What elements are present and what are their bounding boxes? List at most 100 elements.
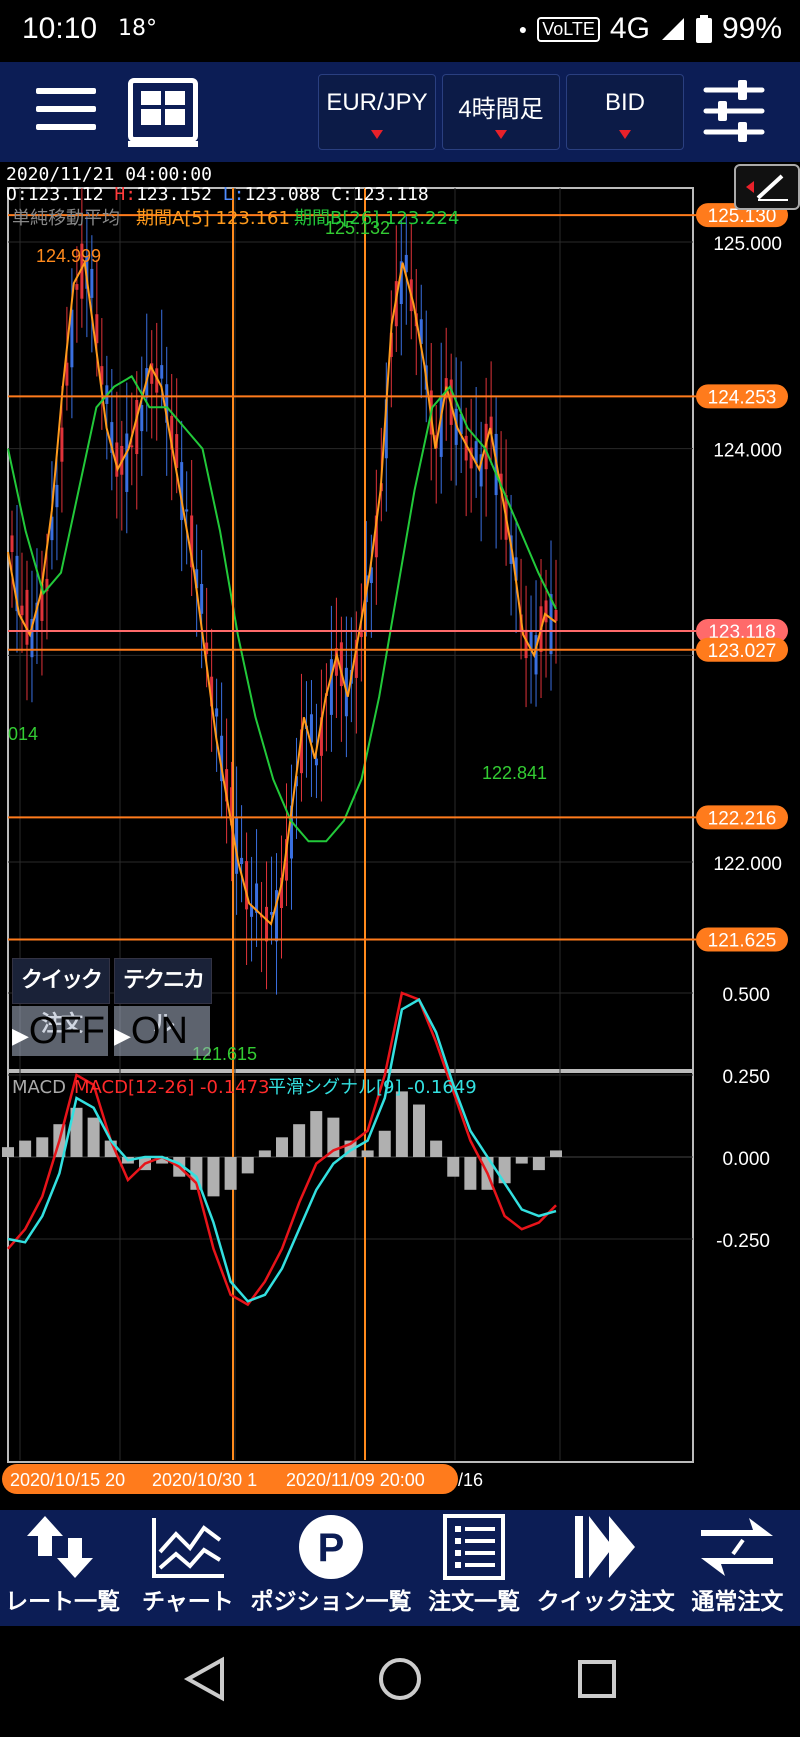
arrows-updown-icon bbox=[26, 1516, 93, 1578]
x-axis-label: 2020/11/09 20:00 bbox=[286, 1470, 425, 1490]
volte-badge: VoLTE bbox=[537, 16, 600, 42]
open-value: 123.112 bbox=[27, 184, 104, 205]
timeframe-selector[interactable]: 4時間足 bbox=[442, 74, 560, 150]
candle-body bbox=[135, 399, 139, 455]
technical-toggle[interactable]: ▶ON bbox=[114, 1006, 210, 1056]
macd-histogram-bar bbox=[36, 1137, 49, 1157]
sma-a-line bbox=[7, 259, 557, 926]
candle-body bbox=[25, 589, 29, 645]
macd-tick-label: -0.250 bbox=[716, 1231, 770, 1252]
nav-chart-label: チャート bbox=[141, 1589, 234, 1615]
bottom-navigation: レート一覧 チャート P ポジション一覧 注文一覧 クイック注文 通常注文 bbox=[0, 1510, 800, 1626]
macd-histogram-bar bbox=[550, 1150, 562, 1157]
sma-b-line bbox=[7, 374, 557, 843]
candle-body bbox=[314, 758, 318, 766]
candle-body bbox=[554, 609, 558, 621]
candle-body bbox=[215, 708, 219, 717]
system-navigation bbox=[0, 1626, 800, 1733]
nav-positions[interactable]: P ポジション一覧 bbox=[251, 1510, 412, 1626]
macd-legend-signal: 平滑シグナル[9] -0.1649 bbox=[268, 1077, 477, 1098]
price-annotation: 014 bbox=[8, 724, 38, 744]
hamburger-menu-icon[interactable] bbox=[36, 88, 96, 134]
macd-histogram-bar bbox=[19, 1140, 32, 1157]
status-icons: ● VoLTE 4G 99% bbox=[519, 12, 782, 46]
macd-histogram-bar bbox=[293, 1124, 306, 1157]
candle-body bbox=[60, 427, 64, 462]
x-axis-label: 2020/10/15 20 bbox=[10, 1470, 125, 1490]
macd-histogram-bar bbox=[2, 1147, 14, 1157]
technical-toggle-label: テクニカル bbox=[114, 958, 212, 1037]
candle-body bbox=[359, 632, 363, 638]
nav-rates[interactable]: レート一覧 bbox=[0, 1510, 125, 1626]
chart-layout-icon[interactable] bbox=[128, 78, 198, 147]
macd-tick-label: 0.250 bbox=[722, 1067, 770, 1088]
currency-pair-selector[interactable]: EUR/JPY bbox=[318, 74, 436, 150]
dropdown-arrow-icon bbox=[371, 130, 383, 139]
macd-tick-label: 0.000 bbox=[722, 1149, 770, 1170]
play-arrow-icon: ▶ bbox=[12, 1023, 29, 1048]
x-axis-label: 2020/10/30 1 bbox=[152, 1470, 257, 1490]
dot-icon: ● bbox=[518, 21, 528, 37]
macd-tick-label: 0.500 bbox=[722, 985, 770, 1006]
candle-body bbox=[140, 405, 144, 432]
candle-body bbox=[329, 659, 333, 715]
macd-histogram-bar bbox=[515, 1157, 528, 1164]
macd-histogram-bar bbox=[498, 1157, 511, 1184]
price-tick-label: 125.000 bbox=[713, 234, 782, 255]
macd-histogram-bar bbox=[224, 1157, 237, 1190]
macd-histogram-bar bbox=[395, 1091, 408, 1157]
quick-order-toggle[interactable]: ▶OFF bbox=[12, 1006, 108, 1056]
position-p-icon: P bbox=[299, 1515, 363, 1579]
system-nav-icons bbox=[183, 1656, 616, 1702]
macd-legend-macd: MACD[12-26] -0.1473 bbox=[74, 1077, 270, 1098]
fast-forward-icon bbox=[574, 1516, 635, 1578]
candle-body bbox=[200, 583, 204, 614]
draw-tool-button[interactable] bbox=[734, 164, 800, 210]
sma-legend-b: 期間B[26] 123.224 bbox=[294, 208, 459, 229]
quick-order-state: OFF bbox=[28, 1010, 105, 1052]
battery-percent: 99% bbox=[721, 12, 782, 45]
price-type-label: BID bbox=[604, 89, 645, 116]
macd-histogram-bar bbox=[361, 1150, 374, 1157]
high-label: H: bbox=[114, 184, 137, 205]
price-level-label: 124.253 bbox=[708, 387, 777, 408]
candle-body bbox=[544, 600, 548, 623]
macd-histogram-bar bbox=[241, 1157, 254, 1174]
pen-icon bbox=[746, 174, 788, 201]
ohlc-values: O:123.112 H:123.152 L:123.088 C:123.118 bbox=[6, 184, 429, 205]
high-value: 123.152 bbox=[136, 184, 212, 205]
nav-chart[interactable]: チャート bbox=[125, 1510, 250, 1626]
price-type-selector[interactable]: BID bbox=[566, 74, 684, 150]
macd-histogram-bar bbox=[258, 1150, 271, 1157]
low-label: L: bbox=[222, 184, 245, 205]
order-list-icon bbox=[443, 1514, 506, 1580]
sma-legend-a: 期間A[5] 123.161 bbox=[136, 208, 290, 229]
timeframe-label: 4時間足 bbox=[458, 96, 544, 123]
candle-body bbox=[240, 857, 244, 865]
chart-area[interactable]: 125.000 124.000 122.000 0.500 0.250 0.000 -0.2… bbox=[0, 162, 800, 1510]
nav-orders[interactable]: 注文一覧 bbox=[412, 1510, 537, 1626]
temperature: 18° bbox=[118, 16, 157, 41]
candle-body bbox=[20, 605, 24, 616]
nav-normal-order-label: 通常注文 bbox=[691, 1589, 784, 1615]
nav-quick-order[interactable]: クイック注文 bbox=[537, 1510, 675, 1626]
price-panel-frame bbox=[7, 187, 694, 1071]
macd-histogram-bar bbox=[378, 1130, 391, 1157]
candle-body bbox=[55, 484, 59, 508]
macd-histogram-bar bbox=[464, 1157, 477, 1190]
settings-sliders-icon[interactable] bbox=[702, 76, 766, 146]
macd-histogram-bar bbox=[430, 1140, 443, 1157]
candle-body bbox=[185, 509, 189, 512]
price-level-label: 122.216 bbox=[708, 808, 777, 829]
macd-histogram-bar bbox=[310, 1111, 323, 1157]
price-annotation: 124.999 bbox=[36, 246, 101, 266]
price-level-label: 123.027 bbox=[708, 641, 777, 662]
battery-icon bbox=[695, 15, 712, 43]
price-tick-label: 122.000 bbox=[713, 854, 782, 875]
signal-icon bbox=[661, 18, 684, 40]
price-chart-svg[interactable]: 125.000 124.000 122.000 0.500 0.250 0.000 -0.2… bbox=[0, 162, 800, 1510]
nav-orders-label: 注文一覧 bbox=[428, 1589, 521, 1615]
nav-normal-order[interactable]: 通常注文 bbox=[675, 1510, 800, 1626]
candle-body bbox=[130, 445, 134, 448]
technical-state: ON bbox=[130, 1010, 188, 1052]
